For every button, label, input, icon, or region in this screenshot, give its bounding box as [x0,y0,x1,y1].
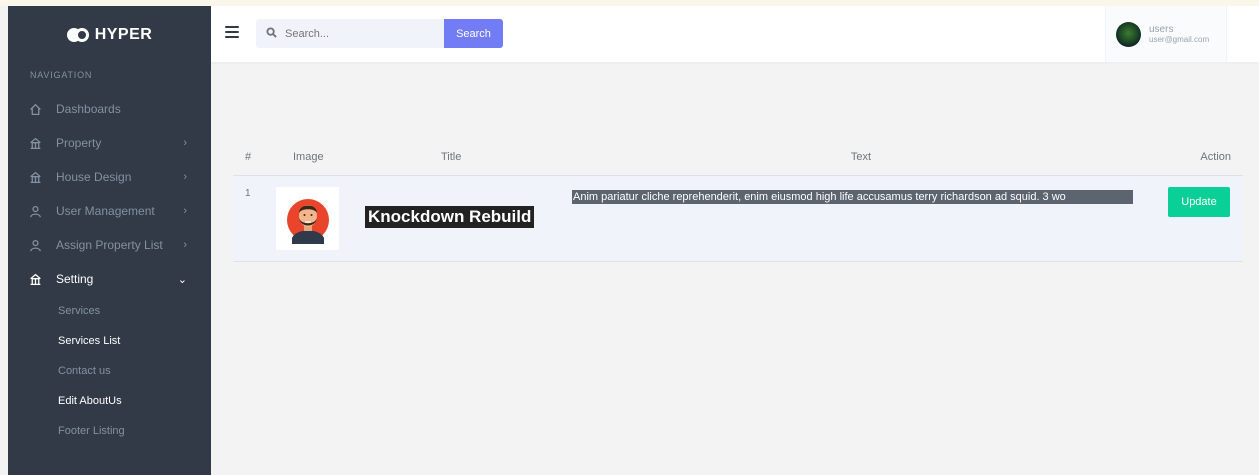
row-image [276,187,339,250]
user-name: users [1149,23,1174,35]
sidebar-item-setting[interactable]: Setting ⌄ [8,262,211,296]
logo-icon [66,28,89,42]
sidebar-item-user-management[interactable]: User Management › [8,194,211,228]
chevron-right-icon: › [183,137,187,149]
user-icon [28,204,42,218]
header-action: Action [1200,150,1231,163]
building-icon [28,272,42,286]
search-container [256,19,444,48]
sidebar-item-property[interactable]: Property › [8,126,211,160]
brand-logo[interactable]: HYPER [8,6,211,64]
table-header: # Image Title Text Action [233,138,1243,176]
row-title: Knockdown Rebuild [365,206,535,228]
nav-section-title: NAVIGATION [30,70,93,80]
brand-name: HYPER [94,26,153,43]
sidebar: HYPER NAVIGATION Dashboards Property › H… [8,6,211,475]
row-text: Anim pariatur cliche reprehenderit, enim… [572,190,1133,204]
building-icon [28,170,42,184]
services-table: # Image Title Text Action 1 Knockdown Re… [233,138,1243,262]
sidebar-item-label: Setting [56,272,94,286]
hamburger-menu-icon[interactable] [225,26,239,38]
sidebar-item-assign-property-list[interactable]: Assign Property List › [8,228,211,262]
chevron-right-icon: › [183,205,187,217]
sidebar-subitem-contact-us[interactable]: Contact us [8,356,211,386]
chevron-down-icon: ⌄ [177,273,187,286]
building-icon [28,136,42,150]
chevron-right-icon: › [183,239,187,251]
search-input[interactable] [285,27,435,40]
sidebar-item-label: User Management [56,204,155,218]
sidebar-item-label: Dashboards [56,102,121,116]
person-avatar-icon [286,198,329,244]
header-num: # [245,150,252,163]
chevron-right-icon: › [183,171,187,183]
user-email: user@gmail.com [1149,35,1210,45]
user-profile-menu[interactable]: users user@gmail.com [1105,6,1227,62]
sidebar-subitem-footer-listing[interactable]: Footer Listing [8,416,211,446]
search-icon [266,25,277,43]
sidebar-subitem-edit-aboutus[interactable]: Edit AboutUs [8,386,211,416]
table-row: 1 Knockdown Rebuild Anim pariatur cliche… [233,176,1243,262]
header-title: Title [441,150,462,163]
sidebar-item-label: House Design [56,170,132,184]
row-number: 1 [245,188,251,199]
home-icon [28,102,42,116]
sidebar-item-house-design[interactable]: House Design › [8,160,211,194]
sidebar-subitem-services[interactable]: Services [8,296,211,326]
header-image: Image [293,150,324,163]
sidebar-item-label: Assign Property List [56,238,163,252]
search-button[interactable]: Search [444,19,503,48]
sidebar-item-dashboards[interactable]: Dashboards [8,92,211,126]
sidebar-item-label: Property [56,136,102,150]
user-icon [28,238,42,252]
update-button[interactable]: Update [1168,187,1230,217]
avatar [1116,21,1141,47]
sidebar-subitem-services-list[interactable]: Services List [8,326,211,356]
topbar: Search users user@gmail.com [211,6,1259,62]
header-text: Text [850,150,872,163]
